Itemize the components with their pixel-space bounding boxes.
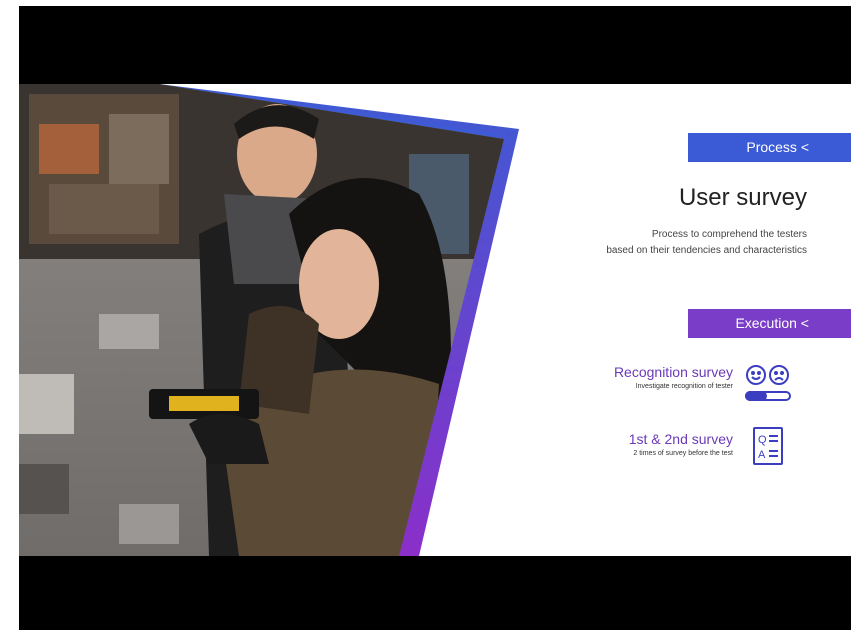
first-second-survey-title: 1st & 2nd survey <box>628 431 733 447</box>
subtitle-line-2: based on their tendencies and characteri… <box>606 245 807 256</box>
photo-panel <box>19 84 519 556</box>
process-bar: Process < <box>688 133 851 162</box>
svg-text:A: A <box>758 449 766 461</box>
recognition-survey-title: Recognition survey <box>613 364 733 380</box>
subtitle-line-1: Process to comprehend the testers <box>651 229 807 240</box>
recognition-survey-desc: Investigate recognition of tester <box>635 383 733 390</box>
first-second-survey-desc: 2 times of survey before the test <box>633 450 733 457</box>
first-second-survey-item: 1st & 2nd survey 2 times of survey befor… <box>629 431 733 457</box>
street-photo-image <box>19 84 519 556</box>
presentation-slide: Process < User survey Process to compreh… <box>19 84 851 556</box>
slide-title: User survey <box>678 184 807 211</box>
execution-bar: Execution < <box>688 309 851 338</box>
recognition-survey-item: Recognition survey Investigate recogniti… <box>614 364 733 390</box>
faces-slider-icon <box>745 365 791 401</box>
qa-document-icon: Q A <box>753 427 783 465</box>
svg-text:Q: Q <box>758 434 767 446</box>
slide-subtitle: Process to comprehend the testers based … <box>606 227 807 259</box>
